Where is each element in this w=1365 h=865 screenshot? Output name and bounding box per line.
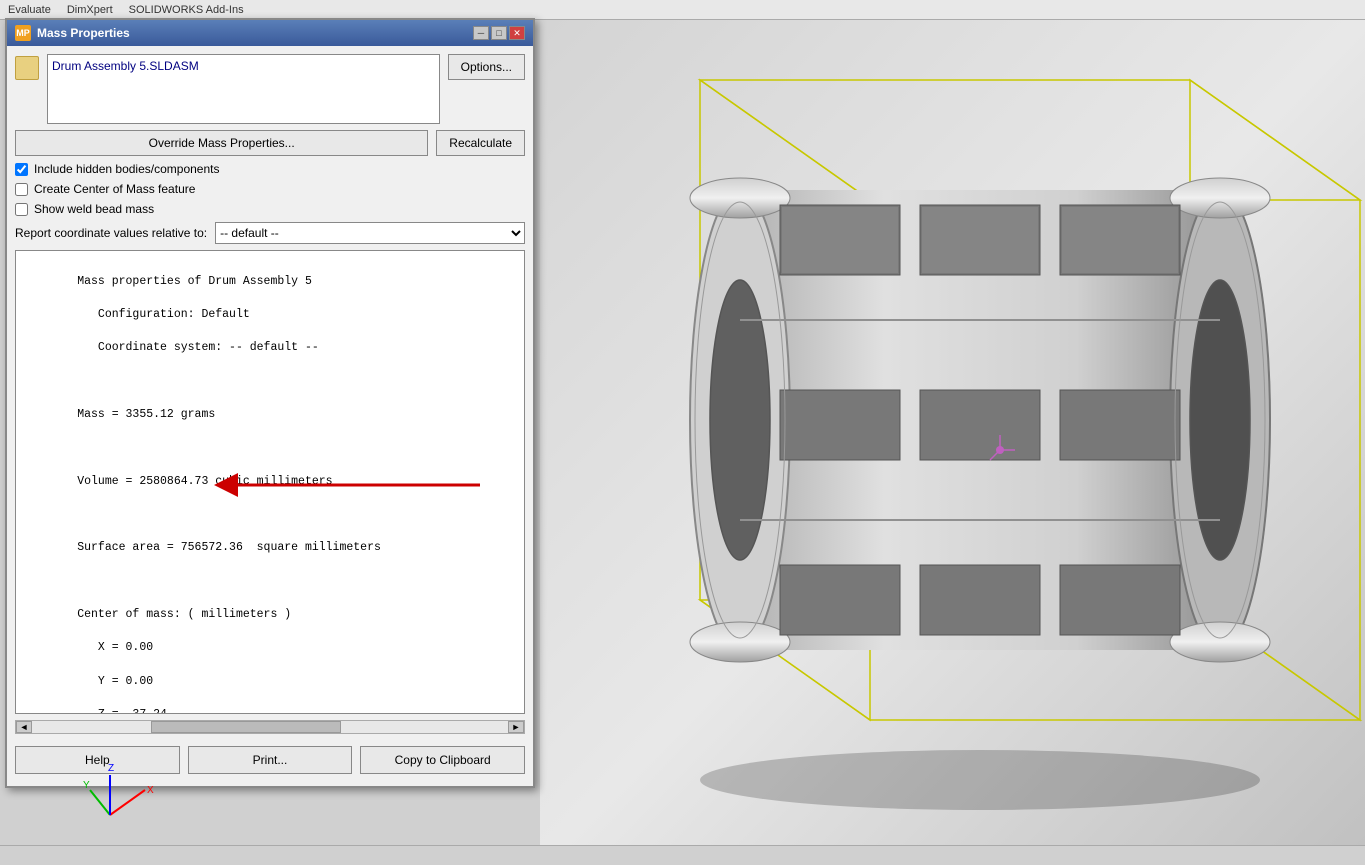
override-button[interactable]: Override Mass Properties... xyxy=(15,130,428,156)
dialog-body: Drum Assembly 5.SLDASM Options... Overri… xyxy=(7,46,533,786)
options-button[interactable]: Options... xyxy=(448,54,525,80)
create-center-row: Create Center of Mass feature xyxy=(15,182,525,196)
title-left: MP Mass Properties xyxy=(15,25,130,41)
assembly-icon xyxy=(15,56,39,80)
scroll-track xyxy=(32,721,508,733)
assembly-section: Drum Assembly 5.SLDASM Options... xyxy=(15,54,525,124)
coordinate-select[interactable]: -- default -- xyxy=(215,222,525,244)
maximize-button[interactable]: □ xyxy=(491,26,507,40)
print-button[interactable]: Print... xyxy=(188,746,353,774)
show-weld-row: Show weld bead mass xyxy=(15,202,525,216)
bottom-bar xyxy=(0,845,1365,865)
toolbar: Evaluate DimXpert SOLIDWORKS Add-Ins xyxy=(0,0,1365,20)
create-center-label: Create Center of Mass feature xyxy=(34,182,195,196)
dialog-title: Mass Properties xyxy=(37,26,130,40)
results-area[interactable]: Mass properties of Drum Assembly 5 Confi… xyxy=(15,250,525,714)
action-buttons-row: Override Mass Properties... Recalculate xyxy=(15,130,525,156)
help-button[interactable]: Help xyxy=(15,746,180,774)
include-hidden-row: Include hidden bodies/components xyxy=(15,162,525,176)
cad-viewport xyxy=(540,20,1365,865)
toolbar-item-addins[interactable]: SOLIDWORKS Add-Ins xyxy=(125,3,248,17)
minimize-button[interactable]: ─ xyxy=(473,26,489,40)
scroll-right-btn[interactable]: ► xyxy=(508,721,524,733)
toolbar-item-evaluate[interactable]: Evaluate xyxy=(4,3,55,17)
horizontal-scrollbar[interactable]: ◄ ► xyxy=(15,720,525,734)
scroll-left-btn[interactable]: ◄ xyxy=(16,721,32,733)
coordinate-label: Report coordinate values relative to: xyxy=(15,226,207,240)
toolbar-item-dimxpert[interactable]: DimXpert xyxy=(63,3,117,17)
include-hidden-checkbox[interactable] xyxy=(15,163,28,176)
create-center-checkbox[interactable] xyxy=(15,183,28,196)
cad-drawing xyxy=(540,20,1365,865)
coordinate-row: Report coordinate values relative to: --… xyxy=(15,222,525,244)
dialog-icon: MP xyxy=(15,25,31,41)
close-button[interactable]: ✕ xyxy=(509,26,525,40)
show-weld-label: Show weld bead mass xyxy=(34,202,154,216)
scroll-thumb[interactable] xyxy=(151,721,341,733)
dialog-titlebar: MP Mass Properties ─ □ ✕ xyxy=(7,20,533,46)
titlebar-controls: ─ □ ✕ xyxy=(473,26,525,40)
mass-properties-dialog: MP Mass Properties ─ □ ✕ Drum Assembly 5… xyxy=(5,18,535,788)
results-text: Mass properties of Drum Assembly 5 Confi… xyxy=(22,257,518,714)
copy-clipboard-button[interactable]: Copy to Clipboard xyxy=(360,746,525,774)
include-hidden-label: Include hidden bodies/components xyxy=(34,162,219,176)
recalculate-button[interactable]: Recalculate xyxy=(436,130,525,156)
assembly-input[interactable]: Drum Assembly 5.SLDASM xyxy=(47,54,440,124)
show-weld-checkbox[interactable] xyxy=(15,203,28,216)
bottom-buttons: Help Print... Copy to Clipboard xyxy=(15,740,525,778)
